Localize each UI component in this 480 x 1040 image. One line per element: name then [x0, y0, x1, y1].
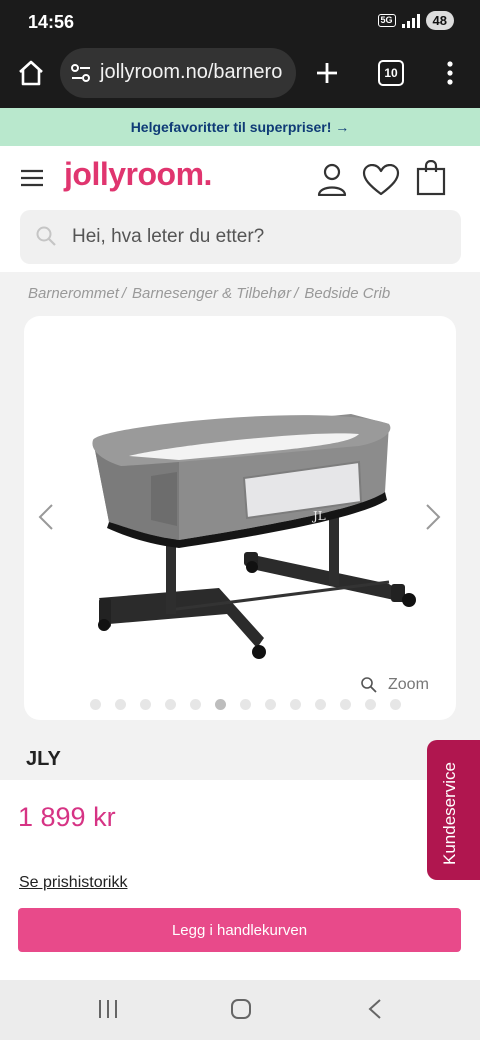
breadcrumb: Barnerommet / Barnesenger & Tilbehør / Bedsi… [28, 285, 390, 302]
wishlist-heart-icon[interactable] [362, 164, 400, 196]
search-placeholder: Hei, hva leter du etter? [72, 226, 265, 247]
gallery-dot[interactable] [340, 699, 351, 710]
breadcrumb-separator: / [121, 285, 127, 302]
customer-service-tab[interactable]: Kundeservice [427, 740, 480, 880]
system-nav-bar [0, 980, 480, 1040]
status-indicators: 5G 48 [377, 11, 454, 30]
zoom-icon [361, 677, 377, 693]
next-image-arrow-icon[interactable] [423, 502, 443, 532]
gallery-dot[interactable] [265, 699, 276, 710]
back-icon[interactable] [366, 998, 384, 1020]
price-history-link[interactable]: Se prishistorikk [19, 874, 127, 892]
gallery-dot[interactable] [115, 699, 126, 710]
product-price: 1 899 kr [18, 802, 116, 832]
previous-image-arrow-icon[interactable] [36, 502, 56, 532]
gallery-dot[interactable] [315, 699, 326, 710]
site-header: jollyroom. Hei, hva leter du etter? [0, 146, 480, 272]
gallery-dot-active[interactable] [215, 699, 226, 710]
site-settings-icon[interactable] [70, 62, 92, 84]
add-to-cart-button[interactable]: Legg i handlekurven [18, 908, 461, 952]
gallery-pagination [90, 699, 401, 710]
gallery-dot[interactable] [365, 699, 376, 710]
product-brand[interactable]: JLY [26, 748, 61, 771]
gallery-dot[interactable] [240, 699, 251, 710]
price-section: 1 899 kr Se prishistorikk Legg i handlek… [0, 780, 480, 980]
signal-strength-icon [401, 13, 420, 28]
more-options-icon[interactable] [440, 58, 460, 88]
breadcrumb-item-barnerommet[interactable]: Barnerommet [28, 285, 119, 302]
svg-text:JL: JL [311, 509, 326, 523]
shopping-bag-icon[interactable] [416, 160, 446, 196]
jollyroom-logo[interactable]: jollyroom. [64, 156, 212, 193]
breadcrumb-item-barnesenger[interactable]: Barnesenger & Tilbehør [132, 285, 291, 302]
menu-icon[interactable] [20, 166, 44, 190]
address-bar[interactable]: jollyroom.no/barnero [60, 48, 296, 98]
gallery-dot[interactable] [140, 699, 151, 710]
status-bar: 14:56 5G 48 [0, 0, 480, 44]
breadcrumb-item-bedside-crib[interactable]: Bedside Crib [304, 285, 390, 302]
gallery-dot[interactable] [165, 699, 176, 710]
url-text: jollyroom.no/barnero [100, 61, 283, 83]
gallery-dot[interactable] [390, 699, 401, 710]
new-tab-icon[interactable] [312, 58, 342, 88]
gallery-dot[interactable] [190, 699, 201, 710]
search-icon [36, 226, 56, 246]
zoom-button[interactable]: Zoom [360, 676, 429, 694]
product-gallery: JL Zoom [24, 316, 456, 720]
recent-apps-icon[interactable] [96, 998, 120, 1020]
zoom-label: Zoom [388, 676, 429, 693]
promo-text: Helgefavoritter til superpriser! → [130, 119, 350, 135]
home-button-icon[interactable] [230, 998, 252, 1020]
battery-indicator: 48 [425, 11, 454, 30]
search-input[interactable]: Hei, hva leter du etter? [20, 210, 461, 264]
tab-switcher-button[interactable]: 10 [378, 60, 404, 86]
gallery-dot[interactable] [90, 699, 101, 710]
home-icon[interactable] [16, 58, 46, 88]
breadcrumb-separator: / [294, 285, 299, 302]
browser-toolbar: jollyroom.no/barnero 10 [0, 44, 480, 108]
customer-service-label: Kundeservice [440, 761, 459, 865]
network-type-icon: 5G [377, 14, 396, 27]
promo-banner[interactable]: Helgefavoritter til superpriser! → [0, 108, 480, 146]
product-image[interactable]: JL [59, 362, 419, 672]
status-time: 14:56 [28, 12, 75, 32]
gallery-dot[interactable] [290, 699, 301, 710]
account-icon[interactable] [316, 162, 348, 196]
